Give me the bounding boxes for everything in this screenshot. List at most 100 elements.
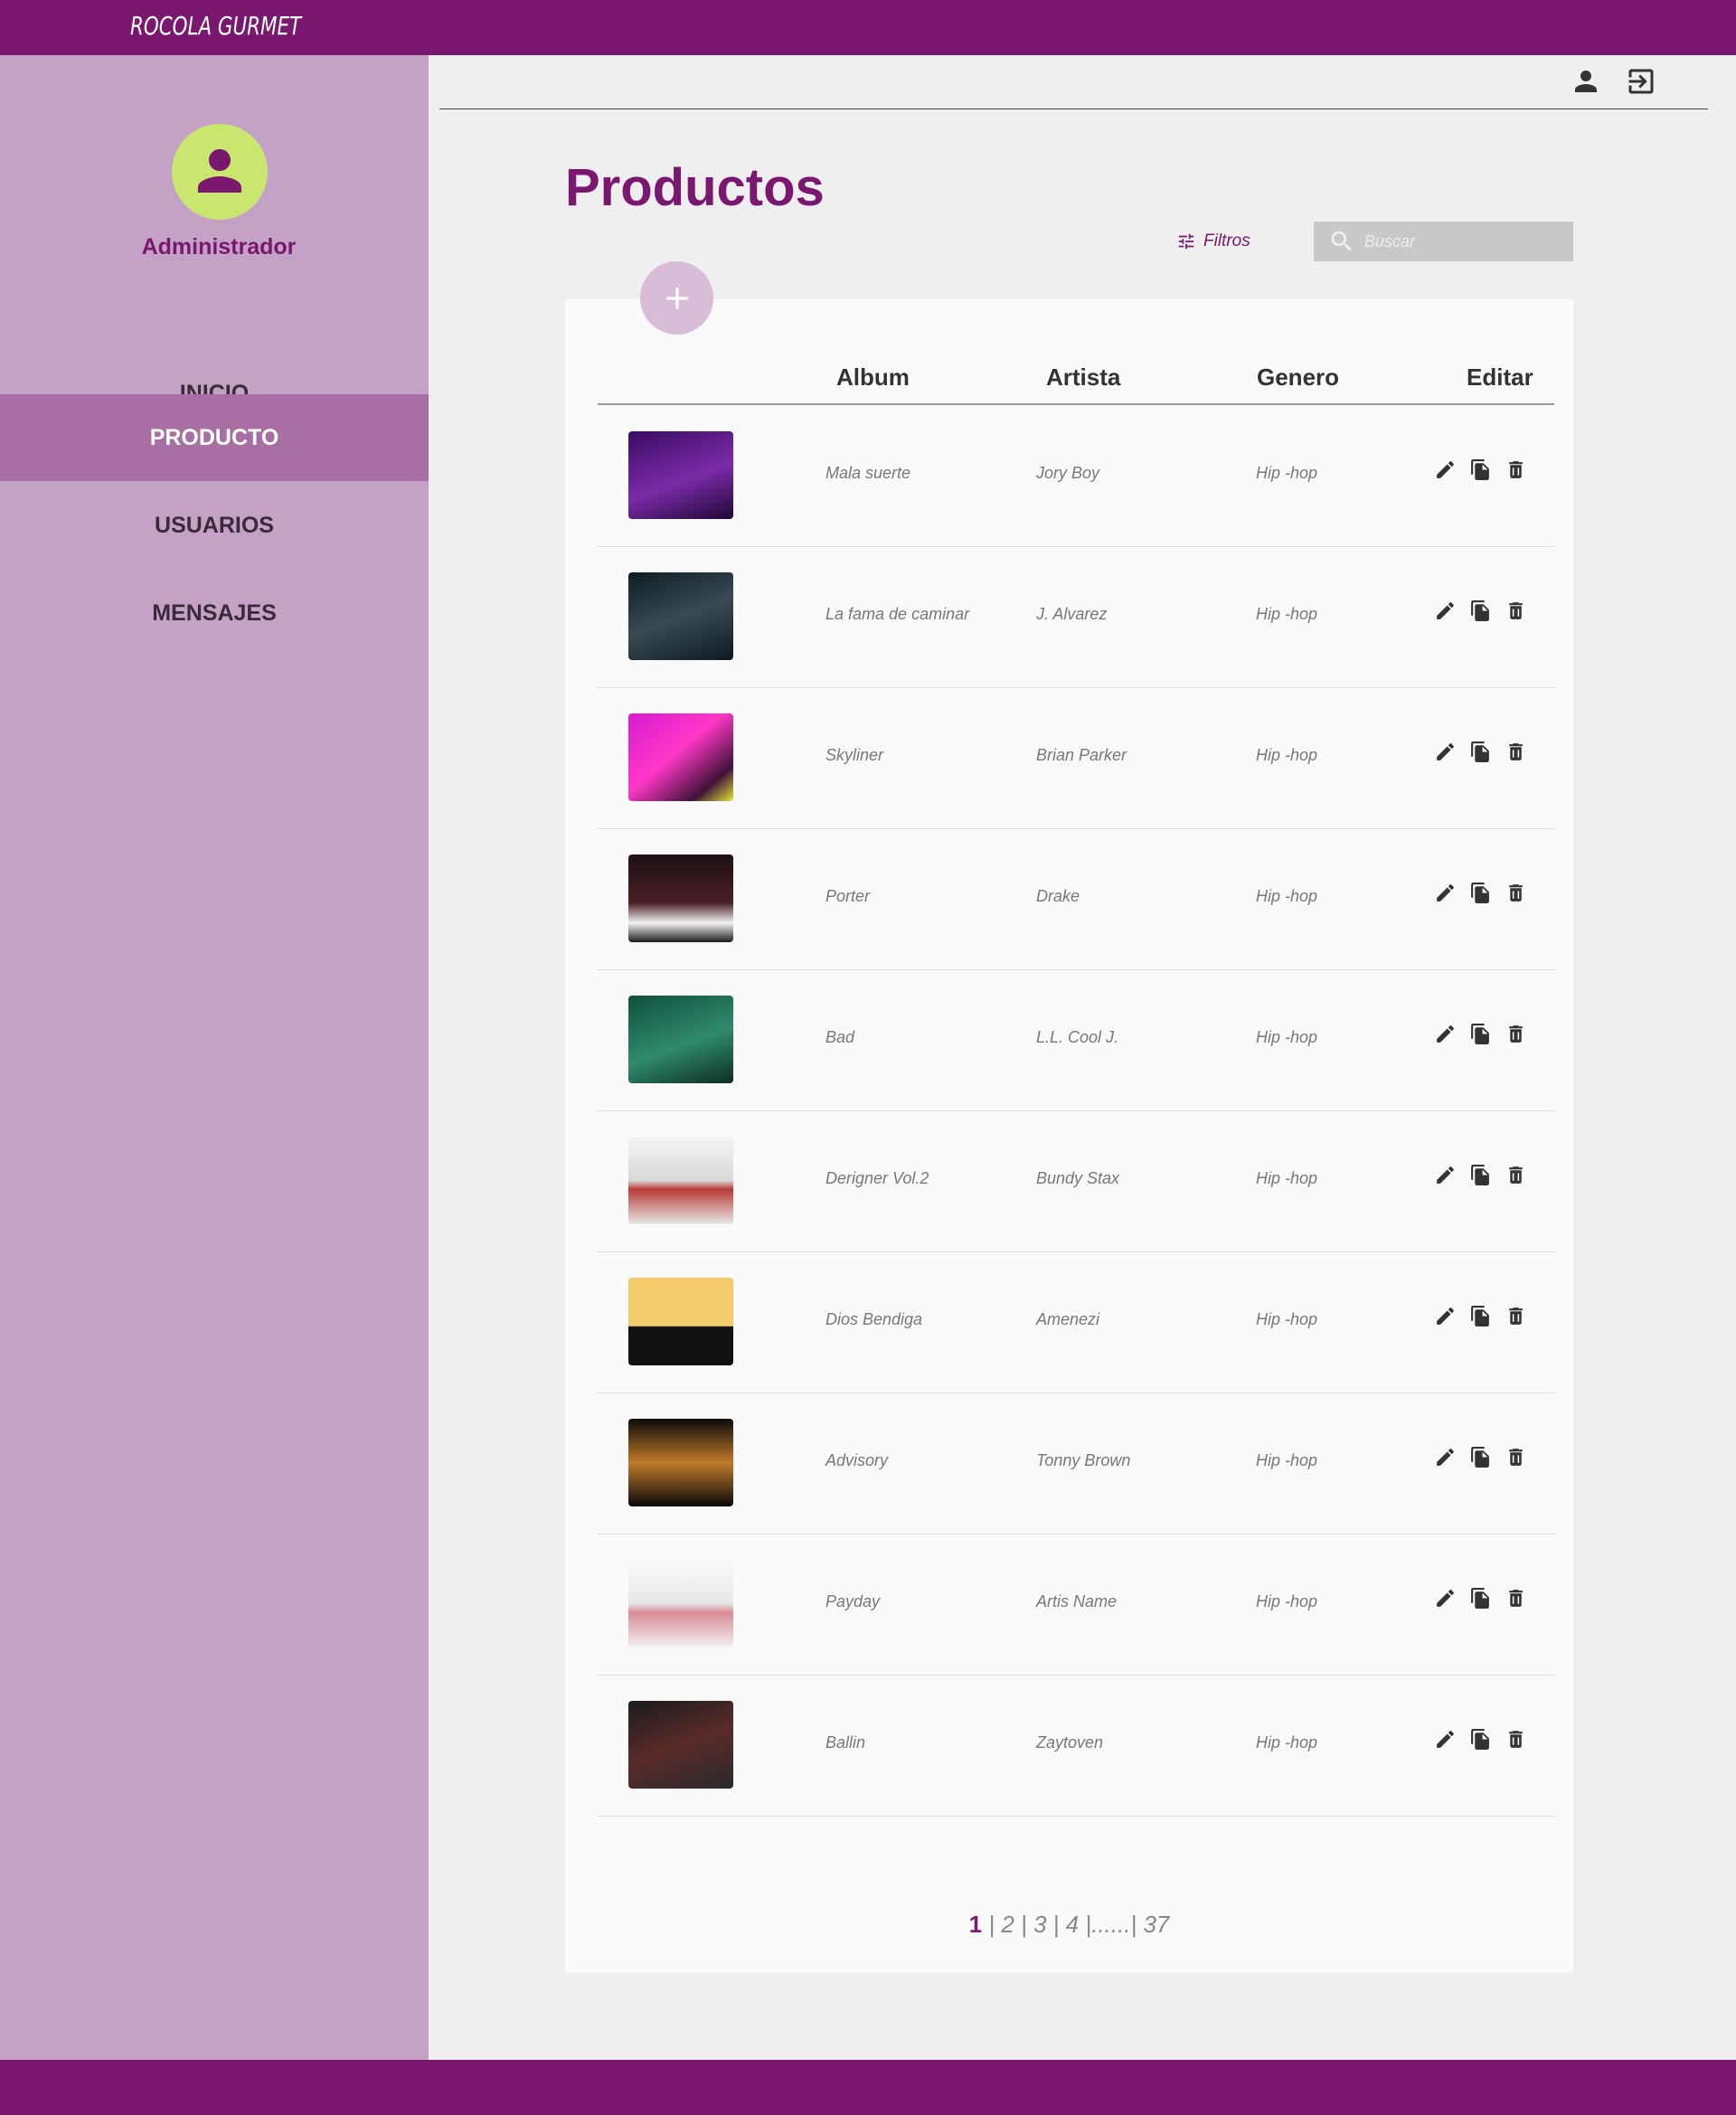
page-link[interactable]: 1 <box>969 1911 982 1938</box>
row-actions <box>1434 1305 1527 1327</box>
table-header-divider <box>598 403 1554 405</box>
album-cover-image <box>628 1419 733 1506</box>
artist-cell: Jory Boy <box>1036 464 1100 482</box>
row-actions <box>1434 1728 1527 1751</box>
delete-icon[interactable] <box>1505 1587 1527 1610</box>
sidebar: Administrador INICIO PRODUCTO USUARIOS M… <box>0 55 429 2060</box>
table-row: Mala suerte Jory Boy Hip -hop <box>598 406 1554 547</box>
table-row: Ballin Zaytoven Hip -hop <box>598 1676 1554 1817</box>
edit-icon[interactable] <box>1434 1446 1457 1468</box>
page-link[interactable]: 37 <box>1143 1911 1169 1938</box>
table-row: Skyliner Brian Parker Hip -hop <box>598 688 1554 829</box>
copy-icon[interactable] <box>1469 1446 1492 1468</box>
edit-icon[interactable] <box>1434 600 1457 622</box>
genre-cell: Hip -hop <box>1256 887 1318 905</box>
album-cell: Dios Bendiga <box>826 1310 923 1328</box>
tune-icon <box>1178 233 1194 250</box>
sidebar-item-mensajes[interactable]: MENSAJES <box>0 570 429 656</box>
edit-icon[interactable] <box>1434 1023 1457 1045</box>
user-role-label: Administrador <box>141 234 297 260</box>
album-cell: La fama de caminar <box>826 605 970 623</box>
album-cell: Porter <box>826 887 871 905</box>
bottom-bar <box>0 2060 1736 2115</box>
filters-button[interactable]: Filtros <box>1176 228 1250 255</box>
table-row: Dios Bendiga Amenezi Hip -hop <box>598 1252 1554 1393</box>
row-actions <box>1434 600 1527 622</box>
album-cover-image <box>628 1560 733 1648</box>
album-cover-image <box>628 1278 733 1365</box>
delete-icon[interactable] <box>1505 458 1527 481</box>
genre-cell: Hip -hop <box>1256 1592 1318 1610</box>
sidebar-item-producto[interactable]: PRODUCTO <box>0 394 429 481</box>
copy-icon[interactable] <box>1469 1587 1492 1610</box>
album-cover-image <box>628 854 733 942</box>
album-cell: Payday <box>826 1592 881 1610</box>
column-header-artista[interactable]: Artista <box>1046 364 1120 392</box>
copy-icon[interactable] <box>1469 458 1492 481</box>
delete-icon[interactable] <box>1505 741 1527 763</box>
page-link[interactable]: 3 <box>1033 1911 1046 1938</box>
genre-cell: Hip -hop <box>1256 605 1318 623</box>
album-cover-image <box>628 431 733 519</box>
table-row: Payday Artis Name Hip -hop <box>598 1534 1554 1676</box>
delete-icon[interactable] <box>1505 1728 1527 1751</box>
row-actions <box>1434 1446 1527 1468</box>
edit-icon[interactable] <box>1434 1305 1457 1327</box>
delete-icon[interactable] <box>1505 1305 1527 1327</box>
edit-icon[interactable] <box>1434 741 1457 763</box>
search-box[interactable] <box>1314 222 1573 261</box>
album-cell: Derigner Vol.2 <box>826 1169 929 1187</box>
artist-cell: Brian Parker <box>1036 746 1127 764</box>
sidebar-item-usuarios[interactable]: USUARIOS <box>0 482 429 569</box>
plus-icon <box>665 287 688 309</box>
copy-icon[interactable] <box>1469 1023 1492 1045</box>
album-cover-image <box>628 713 733 801</box>
pagination: 1 | 2 | 3 | 4 |......| 37 <box>968 1911 1170 1938</box>
copy-icon[interactable] <box>1469 600 1492 622</box>
genre-cell: Hip -hop <box>1256 1451 1318 1469</box>
page-ellipsis: ...... <box>1091 1911 1131 1938</box>
delete-icon[interactable] <box>1505 1164 1527 1186</box>
person-icon <box>198 149 241 193</box>
edit-icon[interactable] <box>1434 1587 1457 1610</box>
add-product-button[interactable] <box>640 261 713 335</box>
copy-icon[interactable] <box>1469 882 1492 904</box>
column-header-genero[interactable]: Genero <box>1257 364 1339 392</box>
genre-cell: Hip -hop <box>1256 464 1318 482</box>
copy-icon[interactable] <box>1469 1305 1492 1327</box>
delete-icon[interactable] <box>1505 1446 1527 1468</box>
page-link[interactable]: 4 <box>1066 1911 1079 1938</box>
logout-icon[interactable] <box>1625 65 1657 98</box>
row-actions <box>1434 882 1527 904</box>
column-header-album[interactable]: Album <box>836 364 910 392</box>
artist-cell: L.L. Cool J. <box>1036 1028 1119 1046</box>
search-icon <box>1331 231 1352 251</box>
artist-cell: Tonny Brown <box>1036 1451 1131 1469</box>
delete-icon[interactable] <box>1505 882 1527 904</box>
album-cover-image <box>628 1701 733 1789</box>
album-cell: Advisory <box>826 1451 889 1469</box>
page-link[interactable]: 2 <box>1001 1911 1014 1938</box>
copy-icon[interactable] <box>1469 1728 1492 1751</box>
table-row: Derigner Vol.2 Bundy Stax Hip -hop <box>598 1111 1554 1252</box>
genre-cell: Hip -hop <box>1256 1733 1318 1751</box>
delete-icon[interactable] <box>1505 1023 1527 1045</box>
column-header-editar: Editar <box>1467 364 1533 391</box>
delete-icon[interactable] <box>1505 600 1527 622</box>
search-input[interactable] <box>1364 231 1563 251</box>
artist-cell: Artis Name <box>1036 1592 1118 1610</box>
row-actions <box>1434 458 1527 481</box>
edit-icon[interactable] <box>1434 1164 1457 1186</box>
edit-icon[interactable] <box>1434 882 1457 904</box>
person-icon[interactable] <box>1570 65 1602 98</box>
avatar[interactable] <box>172 124 268 220</box>
copy-icon[interactable] <box>1469 741 1492 763</box>
album-cover-image <box>628 996 733 1083</box>
copy-icon[interactable] <box>1469 1164 1492 1186</box>
artist-cell: Bundy Stax <box>1036 1169 1120 1187</box>
edit-icon[interactable] <box>1434 1728 1457 1751</box>
edit-icon[interactable] <box>1434 458 1457 481</box>
row-actions <box>1434 1587 1527 1610</box>
genre-cell: Hip -hop <box>1256 746 1318 764</box>
brand-logo[interactable]: ROCOLA GURMET <box>130 11 301 41</box>
